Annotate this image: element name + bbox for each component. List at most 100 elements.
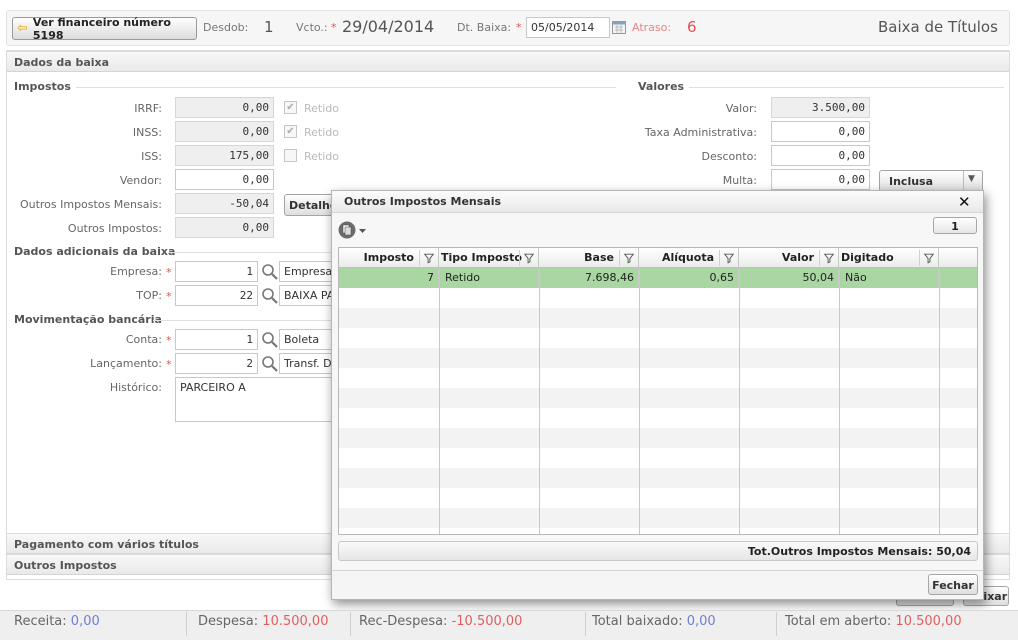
section-divider <box>168 252 331 253</box>
column-header-label: Digitado <box>841 251 894 264</box>
iss-retido-checkbox[interactable] <box>284 149 297 162</box>
multa-select[interactable]: Inclusa ▼ <box>879 170 983 192</box>
table-row[interactable]: 7 Retido 7.698,46 0,65 50,04 Não <box>339 268 977 288</box>
outros-impostos-input[interactable]: 0,00 <box>175 217 274 238</box>
empty-row <box>339 288 977 308</box>
conta-name-input[interactable]: Boleta <box>279 329 332 350</box>
dt-baixa-label: Dt. Baixa: <box>457 21 512 34</box>
divider <box>186 612 187 636</box>
search-icon[interactable] <box>261 263 279 281</box>
page-number-badge[interactable]: 1 <box>933 217 977 234</box>
required-mark: * <box>166 290 172 303</box>
filter-icon[interactable] <box>519 250 538 266</box>
taxa-input[interactable]: 0,00 <box>771 121 870 142</box>
dt-baixa-input[interactable]: 05/05/2014 <box>526 17 610 38</box>
irrf-input[interactable]: 0,00 <box>175 97 274 118</box>
column-header-spacer <box>939 248 977 268</box>
cell-imposto: 7 <box>339 268 439 288</box>
empresa-code-input[interactable]: 1 <box>175 261 258 282</box>
column-header-valor[interactable]: Valor <box>739 248 839 268</box>
empty-row <box>339 528 977 534</box>
irrf-retido-label: Retido <box>304 102 339 115</box>
despesa-label: Despesa: <box>198 614 259 629</box>
impostos-section-title: Impostos <box>14 80 71 93</box>
search-icon[interactable] <box>261 331 279 349</box>
empresa-name-input[interactable]: Empresa <box>279 261 332 282</box>
column-header-tipo-imposto[interactable]: Tipo Imposto <box>439 248 539 268</box>
desconto-label: Desconto: <box>701 150 757 163</box>
search-icon[interactable] <box>261 355 279 373</box>
taxa-label: Taxa Administrativa: <box>644 126 757 139</box>
column-header-base[interactable]: Base <box>539 248 639 268</box>
column-line <box>539 268 540 534</box>
multa-input[interactable]: 0,00 <box>771 169 870 190</box>
cell-base: 7.698,46 <box>539 268 639 288</box>
vendor-input[interactable]: 0,00 <box>175 169 274 190</box>
adicionais-section-title: Dados adicionais da baixa <box>14 245 176 258</box>
cell-digitado: Não <box>839 268 939 288</box>
fechar-button[interactable]: Fechar <box>928 574 978 595</box>
empty-row <box>339 408 977 428</box>
outros-impostos-label: Outros Impostos: <box>67 222 162 235</box>
top-name-input[interactable]: BAIXA PA <box>279 285 332 306</box>
lancamento-code-input[interactable]: 2 <box>175 353 258 374</box>
vcto-value: 29/04/2014 <box>342 17 435 36</box>
total-value: 50,04 <box>936 545 971 558</box>
total-aberto-label: Total em aberto: <box>785 614 892 629</box>
desconto-input[interactable]: 0,00 <box>771 145 870 166</box>
outros-mensais-input[interactable]: -50,04 <box>175 193 274 214</box>
desdob-label: Desdob: <box>203 21 249 34</box>
top-code-input[interactable]: 22 <box>175 285 258 306</box>
lancamento-name-input[interactable]: Transf. D <box>279 353 332 374</box>
column-header-imposto[interactable]: Imposto <box>339 248 439 268</box>
conta-code-input[interactable]: 1 <box>175 329 258 350</box>
filter-icon[interactable] <box>619 250 638 266</box>
rec-despesa-label: Rec-Despesa: <box>359 614 448 629</box>
filter-icon[interactable] <box>719 250 738 266</box>
calendar-icon[interactable] <box>612 20 626 34</box>
cell-tipo-imposto: Retido <box>439 268 539 288</box>
divider <box>350 612 351 636</box>
total-baixado-value: 0,00 <box>686 614 716 629</box>
historico-textarea[interactable]: PARCEIRO A <box>175 377 332 422</box>
empty-row <box>339 348 977 368</box>
close-icon[interactable]: ✕ <box>958 193 971 211</box>
empty-row <box>339 308 977 328</box>
dialog-footer <box>332 570 983 599</box>
cell-aliquota: 0,65 <box>639 268 739 288</box>
column-header-label: Alíquota <box>662 251 714 264</box>
desdob-value: 1 <box>264 18 274 36</box>
multa-select-value: Inclusa <box>889 175 934 188</box>
column-line <box>639 268 640 534</box>
inss-retido-checkbox[interactable]: ✔ <box>284 125 297 138</box>
column-line <box>939 268 940 534</box>
inss-input[interactable]: 0,00 <box>175 121 274 142</box>
dados-baixa-header[interactable]: Dados da baixa <box>7 51 1009 72</box>
multa-label: Multa: <box>722 174 757 187</box>
filter-icon[interactable] <box>819 250 838 266</box>
vendor-label: Vendor: <box>119 174 162 187</box>
irrf-retido-checkbox[interactable]: ✔ <box>284 101 297 114</box>
total-baixado: Total baixado: 0,00 <box>592 614 716 629</box>
iss-label: ISS: <box>141 150 162 163</box>
column-header-digitado[interactable]: Digitado <box>839 248 939 268</box>
filter-icon[interactable] <box>919 250 938 266</box>
mov-section-title: Movimentação bancária <box>14 313 162 326</box>
filter-icon[interactable] <box>419 250 438 266</box>
total-bar: Tot.Outros Impostos Mensais: 50,04 <box>338 541 978 561</box>
search-icon[interactable] <box>261 287 279 305</box>
empty-row <box>339 488 977 508</box>
column-header-label: Base <box>584 251 614 264</box>
ver-financeiro-label: Ver financeiro número 5198 <box>32 15 171 42</box>
empty-row <box>339 328 977 348</box>
copy-menu-icon[interactable] <box>338 221 368 239</box>
column-line <box>839 268 840 534</box>
valor-input[interactable]: 3.500,00 <box>771 97 870 118</box>
ver-financeiro-button[interactable]: ⇦ Ver financeiro número 5198 <box>12 15 197 42</box>
required-mark: * <box>166 334 172 347</box>
iss-input[interactable]: 175,00 <box>175 145 274 166</box>
receita-value: 0,00 <box>70 614 100 629</box>
column-header-aliquota[interactable]: Alíquota <box>639 248 739 268</box>
divider <box>776 612 777 636</box>
dialog-header: Outros Impostos Mensais <box>332 191 983 213</box>
